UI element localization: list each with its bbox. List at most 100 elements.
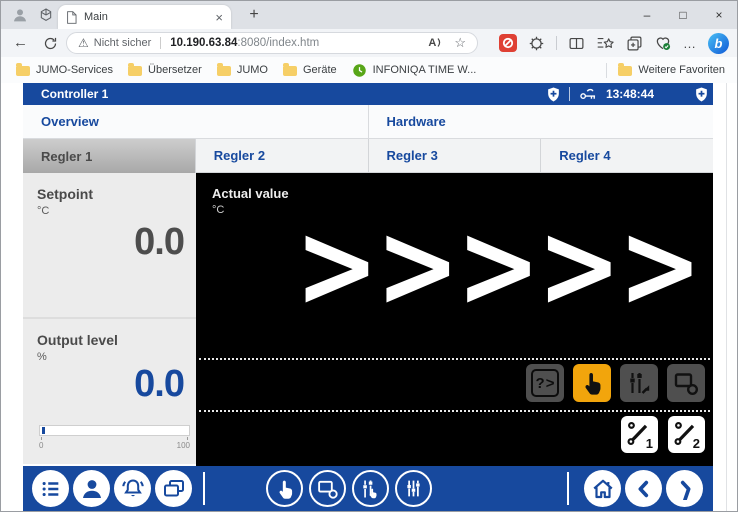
tab-hardware[interactable]: Hardware [369, 105, 714, 138]
browser-titlebar: Main × + – □ × [1, 1, 737, 29]
workspaces-icon[interactable] [37, 6, 55, 24]
clock-icon [352, 63, 367, 78]
output-level-value: 0.0 [134, 363, 184, 406]
url-path: :8080/index.htm [237, 37, 319, 49]
jumo-app: Controller 1 13:48:44 Over [23, 83, 713, 511]
split-screen-icon[interactable] [568, 35, 585, 52]
gauge-max: 100 [177, 441, 190, 450]
bookmark-link[interactable]: INFONIQA TIME W... [352, 63, 477, 78]
folder-icon [283, 66, 297, 76]
previous-page-button[interactable] [625, 470, 662, 507]
security-label[interactable]: Nicht sicher [94, 37, 151, 49]
setpoint-value: 0.0 [134, 221, 184, 264]
page-viewport: Controller 1 13:48:44 Over [1, 83, 737, 511]
output-level-unit: % [37, 351, 184, 363]
folder-icon [128, 66, 142, 76]
shield-plus-icon[interactable] [547, 87, 560, 102]
browser-essentials-icon[interactable] [654, 34, 672, 52]
display-switch-icon[interactable] [667, 364, 705, 402]
favorites-bar-icon[interactable] [596, 35, 615, 52]
folder-icon [217, 66, 231, 76]
scrollbar[interactable] [726, 83, 727, 511]
adblock-extension-icon[interactable] [499, 34, 517, 52]
divider [160, 37, 161, 49]
cookie-extension-icon[interactable] [528, 35, 545, 52]
bookmark-folder[interactable]: JUMO-Services [16, 64, 113, 76]
manual-mode-icon[interactable] [573, 364, 611, 402]
alarm-bell-button[interactable] [114, 470, 151, 507]
gauge-track [39, 425, 190, 436]
read-aloud-icon[interactable]: A [428, 37, 442, 49]
tab-regler-2[interactable]: Regler 2 [196, 139, 369, 173]
profile-icon[interactable] [11, 6, 29, 24]
tab-regler-3[interactable]: Regler 3 [369, 139, 542, 173]
address-input[interactable]: ⚠ Nicht sicher 10.190.63.84:8080/index.h… [66, 32, 478, 54]
extension-icons: … b [499, 29, 729, 57]
clock-time: 13:48:44 [606, 87, 654, 101]
parameter-edit-button[interactable] [352, 470, 389, 507]
tab-regler-1[interactable]: Regler 1 [23, 139, 196, 173]
user-button[interactable] [73, 470, 110, 507]
binary-output-2-icon[interactable]: 2 [668, 416, 705, 453]
actual-value-unit: °C [212, 204, 224, 216]
setpoint-card: Setpoint °C 0.0 [23, 173, 196, 319]
page-icon [66, 11, 77, 24]
divider [199, 358, 710, 360]
bookmarks-bar: JUMO-Services Übersetzer JUMO Geräte INF… [1, 57, 737, 83]
shield-plus-icon[interactable] [695, 87, 708, 102]
divider [199, 410, 710, 412]
other-favorites[interactable]: Weitere Favoriten [606, 63, 737, 78]
sliders-button[interactable] [395, 470, 432, 507]
output-level-label: Output level [37, 332, 184, 348]
folder-icon [618, 66, 632, 76]
bookmark-folder[interactable]: Geräte [283, 64, 337, 76]
display-switch-button[interactable] [309, 470, 346, 507]
back-icon[interactable]: ← [13, 34, 28, 51]
controller-content: Setpoint °C 0.0 Output level % 0.0 0 100 [23, 173, 713, 466]
collections-icon[interactable] [626, 35, 643, 52]
tab-overview[interactable]: Overview [23, 105, 369, 138]
browser-tab[interactable]: Main × [58, 5, 231, 29]
bookmark-folder[interactable]: JUMO [217, 64, 268, 76]
manual-operation-button[interactable] [266, 470, 303, 507]
new-tab-button[interactable]: + [243, 4, 265, 26]
divider [567, 472, 569, 505]
gauge-scale: 0 100 [39, 436, 190, 450]
menu-list-button[interactable] [32, 470, 69, 507]
home-button[interactable] [584, 470, 621, 507]
actual-value-label: Actual value [212, 186, 289, 201]
left-column: Setpoint °C 0.0 Output level % 0.0 0 100 [23, 173, 196, 466]
favorite-star-icon[interactable]: ☆ [454, 35, 466, 51]
maximize-button[interactable]: □ [665, 1, 701, 29]
divider [556, 36, 557, 50]
tab-close-icon[interactable]: × [215, 11, 223, 24]
parameter-edit-icon[interactable] [620, 364, 658, 402]
close-button[interactable]: × [701, 1, 737, 29]
refresh-icon[interactable] [43, 36, 58, 51]
browser-window: Main × + – □ × ← ⚠ Nicht sicher 10.190.6… [0, 0, 738, 512]
bookmark-folder[interactable]: Übersetzer [128, 64, 202, 76]
tab-title: Main [84, 11, 108, 23]
next-page-button[interactable] [666, 470, 703, 507]
login-key-icon[interactable] [579, 87, 597, 101]
output-level-card: Output level % 0.0 0 100 [23, 319, 196, 464]
minimize-button[interactable]: – [629, 1, 665, 29]
setpoint-unit: °C [37, 205, 184, 217]
settings-menu-icon[interactable]: … [683, 36, 697, 51]
app-header: Controller 1 13:48:44 [23, 83, 713, 105]
bottom-toolbar [23, 466, 713, 511]
copilot-icon[interactable]: b [708, 33, 729, 54]
binary-output-indicators: 1 2 [621, 416, 705, 453]
setpoint-label: Setpoint [37, 186, 184, 202]
browser-addressbar: ← ⚠ Nicht sicher 10.190.63.84:8080/index… [1, 29, 737, 58]
divider [569, 87, 570, 101]
gauge-min: 0 [39, 441, 43, 450]
binary-output-1-icon[interactable]: 1 [621, 416, 658, 453]
url-host: 10.190.63.84 [170, 37, 237, 49]
screens-button[interactable] [155, 470, 192, 507]
actual-value-display: >>>>> [295, 207, 699, 325]
gauge-marker [42, 427, 45, 434]
help-mode-icon[interactable]: ?> [526, 364, 564, 402]
tab-regler-4[interactable]: Regler 4 [541, 139, 713, 173]
device-title: Controller 1 [41, 87, 108, 101]
